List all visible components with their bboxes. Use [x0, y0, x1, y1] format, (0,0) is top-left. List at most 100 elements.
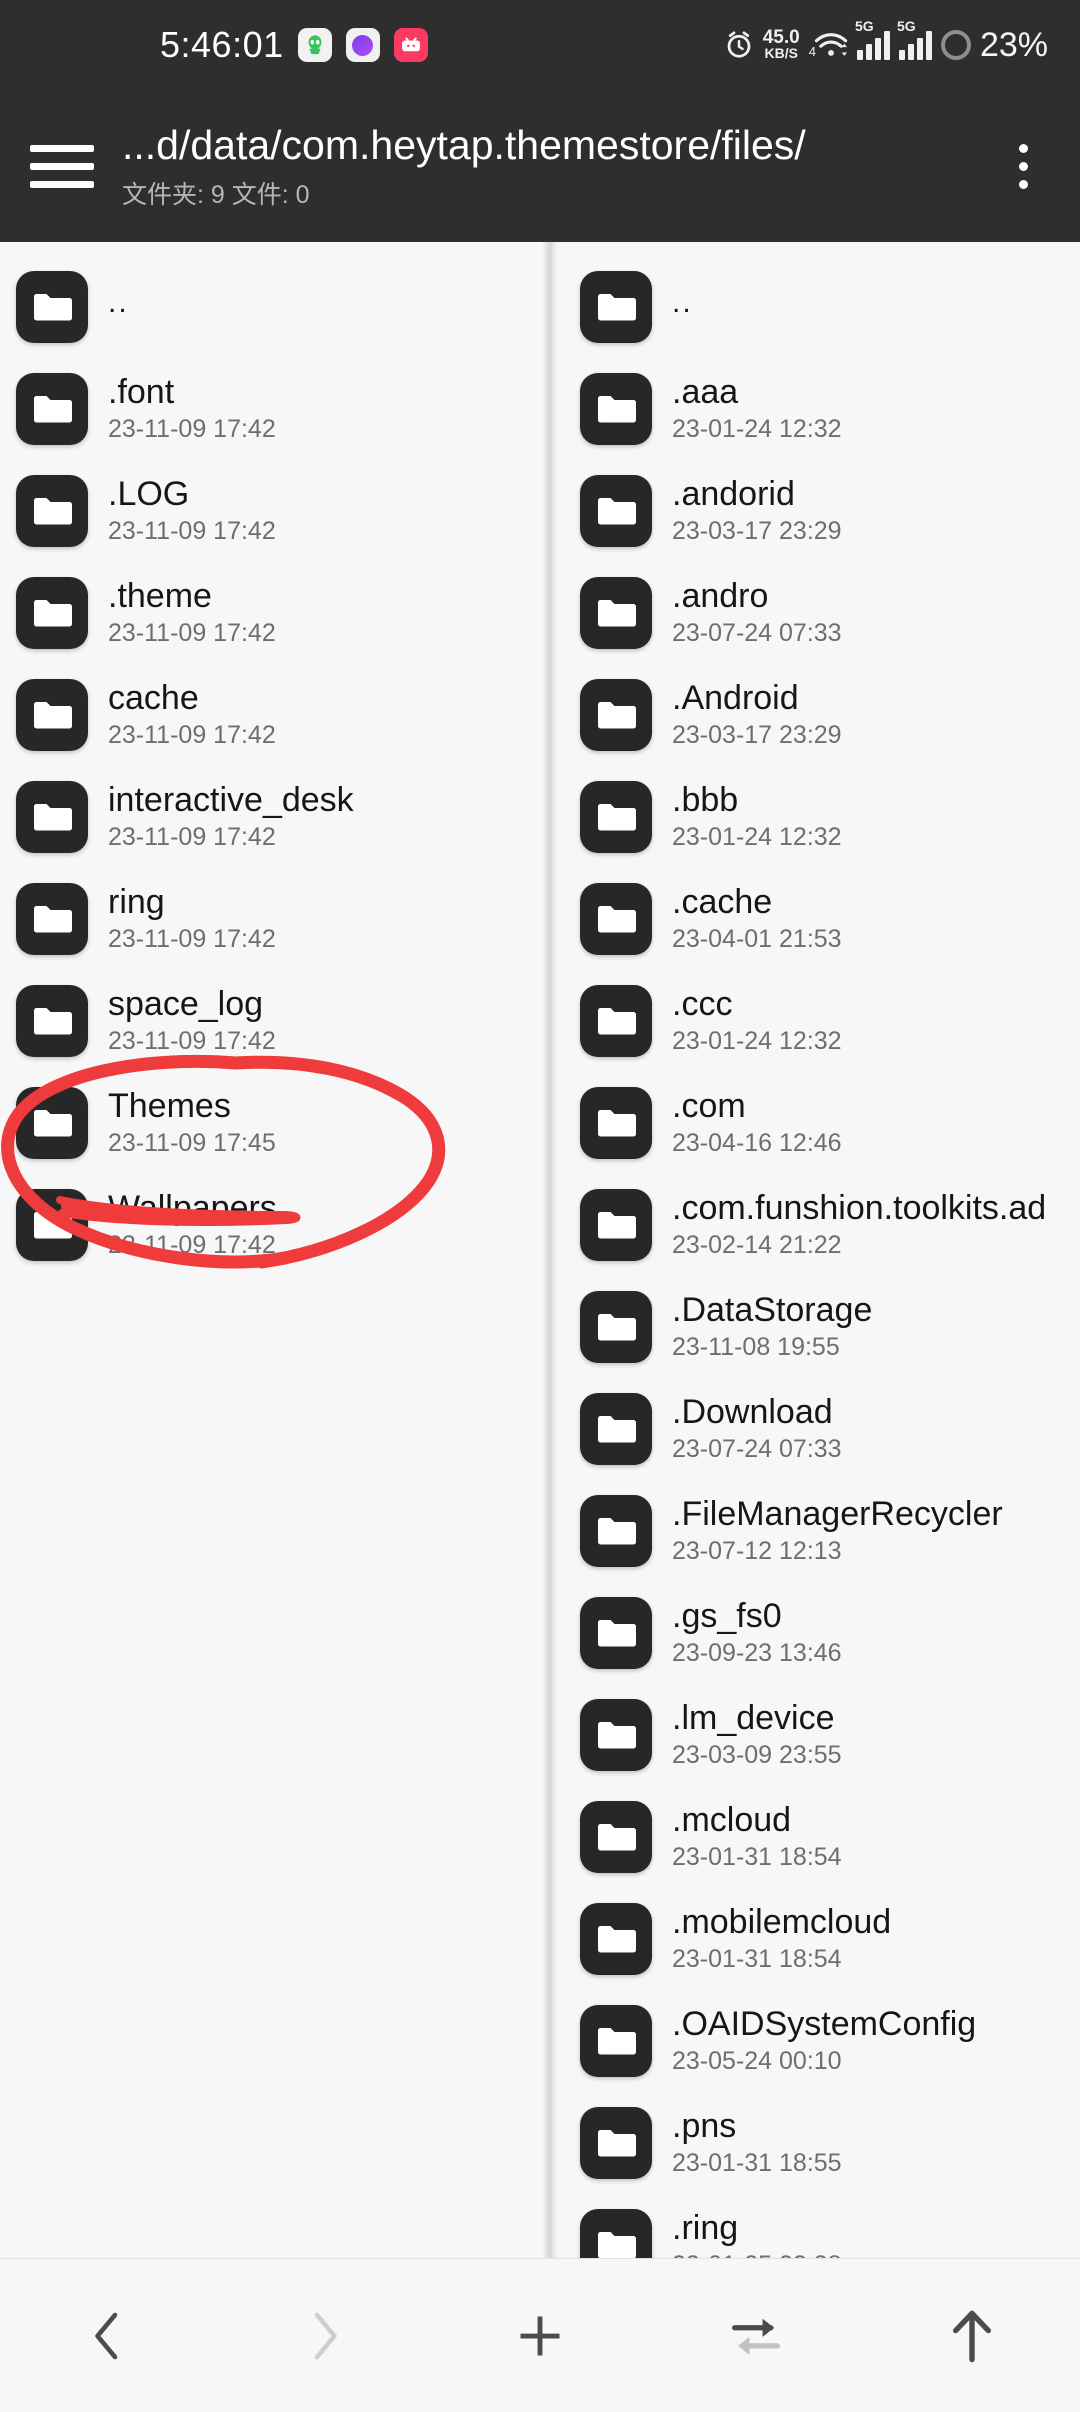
file-date: 23-02-14 21:22	[672, 1230, 842, 1259]
status-bar-left: 5:46:01	[160, 24, 428, 66]
file-manager-screen: 5:46:01 45.0 KB/S 4 5G 5G 23% ...d/data/…	[0, 0, 1080, 2412]
file-row[interactable]: space_log 23-11-09 17:42	[0, 970, 548, 1072]
file-name: cache	[108, 679, 199, 718]
right-file-list: .. .aaa 23-01-24 12:32 .andorid 23-03-17 23:…	[550, 242, 1080, 2258]
file-row[interactable]: ..	[550, 256, 1080, 358]
file-row[interactable]: .aaa 23-01-24 12:32	[550, 358, 1080, 460]
battery-percent: 23%	[979, 25, 1048, 64]
file-date: 23-03-09 23:55	[672, 1740, 842, 1769]
up-button[interactable]	[897, 2281, 1047, 2391]
file-row[interactable]: .bbb 23-01-24 12:32	[550, 766, 1080, 868]
file-row[interactable]: cache 23-11-09 17:42	[0, 664, 548, 766]
file-row[interactable]: .pns 23-01-31 18:55	[550, 2092, 1080, 2194]
file-row-text: .lm_device 23-03-09 23:55	[672, 1700, 842, 1770]
back-button[interactable]	[33, 2281, 183, 2391]
folder-icon	[580, 2209, 652, 2258]
file-row[interactable]: .com.funshion.toolkits.ad 23-02-14 21:22	[550, 1174, 1080, 1276]
file-row[interactable]: .andro 23-07-24 07:33	[550, 562, 1080, 664]
file-row[interactable]: ring 23-11-09 17:42	[0, 868, 548, 970]
file-row[interactable]: .mobilemcloud 23-01-31 18:54	[550, 1888, 1080, 1990]
forward-button[interactable]	[249, 2281, 399, 2391]
folder-icon	[580, 475, 652, 547]
folder-icon	[16, 781, 88, 853]
bottom-navigation-bar	[0, 2258, 1080, 2412]
file-date: 23-11-09 17:42	[108, 414, 276, 443]
file-row-text: ..	[672, 286, 693, 323]
wifi-icon: 4	[809, 31, 848, 59]
folder-icon	[580, 1291, 652, 1363]
file-row[interactable]: .gs_fs0 23-09-23 13:46	[550, 1582, 1080, 1684]
folder-icon	[16, 475, 88, 547]
file-row-text: Wallpapers 23-11-09 17:42	[108, 1190, 277, 1260]
network-speed-unit: KB/S	[764, 45, 798, 62]
file-row-text: .ring 23-01-25 22:38	[672, 2210, 842, 2258]
file-date: 23-11-09 17:45	[108, 1128, 276, 1157]
sim2-signal-icon: 5G	[897, 18, 932, 60]
folder-icon	[580, 1597, 652, 1669]
file-row[interactable]: .Android 23-03-17 23:29	[550, 664, 1080, 766]
folder-icon	[16, 271, 88, 343]
folder-icon	[580, 1699, 652, 1771]
file-row[interactable]: Themes 23-11-09 17:45	[0, 1072, 548, 1174]
file-date: 23-11-09 17:42	[108, 1026, 276, 1055]
file-row[interactable]: .Download 23-07-24 07:33	[550, 1378, 1080, 1480]
file-name: ..	[672, 285, 693, 319]
file-row[interactable]: .com 23-04-16 12:46	[550, 1072, 1080, 1174]
current-path: ...d/data/com.heytap.themestore/files/	[122, 121, 806, 168]
file-row-text: space_log 23-11-09 17:42	[108, 986, 276, 1056]
kebab-menu-icon[interactable]	[988, 111, 1058, 221]
file-row[interactable]: .font 23-11-09 17:42	[0, 358, 548, 460]
file-row[interactable]: .FileManagerRecycler 23-07-12 12:13	[550, 1480, 1080, 1582]
file-row-text: .theme 23-11-09 17:42	[108, 578, 276, 648]
file-name: ring	[108, 883, 165, 922]
file-row[interactable]: .LOG 23-11-09 17:42	[0, 460, 548, 562]
network-speed: 45.0 KB/S	[763, 28, 800, 62]
header-title-block: ...d/data/com.heytap.themestore/files/ 文…	[122, 122, 988, 211]
file-row[interactable]: Wallpapers 23-11-09 17:42	[0, 1174, 548, 1276]
file-date: 23-11-09 17:42	[108, 720, 276, 749]
file-date: 23-01-24 12:32	[672, 1026, 842, 1055]
file-row-text: .gs_fs0 23-09-23 13:46	[672, 1598, 842, 1668]
file-name: .ccc	[672, 985, 733, 1024]
file-row[interactable]: .DataStorage 23-11-08 19:55	[550, 1276, 1080, 1378]
file-row[interactable]: .mcloud 23-01-31 18:54	[550, 1786, 1080, 1888]
file-row[interactable]: .lm_device 23-03-09 23:55	[550, 1684, 1080, 1786]
file-row[interactable]: interactive_desk 23-11-09 17:42	[0, 766, 548, 868]
file-name: .pns	[672, 2107, 737, 2146]
file-row-text: .FileManagerRecycler 23-07-12 12:13	[672, 1496, 1003, 1566]
alien-app-icon	[297, 28, 332, 62]
file-name: .bbb	[672, 781, 739, 820]
sim2-network-generation: 5G	[896, 18, 916, 34]
file-row[interactable]: .theme 23-11-09 17:42	[0, 562, 548, 664]
app-header: ...d/data/com.heytap.themestore/files/ 文…	[0, 90, 1080, 242]
folder-icon	[580, 883, 652, 955]
file-name: .DataStorage	[672, 1291, 873, 1330]
right-file-pane[interactable]: .. .aaa 23-01-24 12:32 .andorid 23-03-17 23:…	[548, 242, 1080, 2258]
transfer-button[interactable]	[681, 2281, 831, 2391]
status-bar-right: 45.0 KB/S 4 5G 5G 23%	[724, 18, 1048, 65]
file-name: space_log	[108, 985, 264, 1024]
file-name: .andorid	[672, 475, 795, 514]
file-row-text: .aaa 23-01-24 12:32	[672, 374, 842, 444]
file-row-text: .Android 23-03-17 23:29	[672, 680, 842, 750]
file-row[interactable]: .ring 23-01-25 22:38	[550, 2194, 1080, 2258]
file-name: .andro	[672, 577, 769, 616]
file-name: .Android	[672, 679, 799, 718]
file-name: .gs_fs0	[672, 1597, 782, 1636]
file-date: 23-04-16 12:46	[672, 1128, 842, 1157]
file-row[interactable]: .andorid 23-03-17 23:29	[550, 460, 1080, 562]
battery-ring-icon	[940, 30, 971, 60]
new-button[interactable]	[465, 2281, 615, 2391]
item-counts: 文件夹: 9 文件: 0	[122, 180, 310, 209]
bilibili-app-icon	[393, 28, 428, 62]
status-bar: 5:46:01 45.0 KB/S 4 5G 5G 23%	[0, 0, 1080, 90]
file-row[interactable]: ..	[0, 256, 548, 358]
file-date: 23-03-17 23:29	[672, 516, 842, 545]
folder-icon	[16, 883, 88, 955]
folder-icon	[580, 985, 652, 1057]
file-row[interactable]: .OAIDSystemConfig 23-05-24 00:10	[550, 1990, 1080, 2092]
file-row[interactable]: .cache 23-04-01 21:53	[550, 868, 1080, 970]
left-file-pane[interactable]: .. .font 23-11-09 17:42 .LOG 23-11-09 17:42.…	[0, 242, 548, 2258]
file-row[interactable]: .ccc 23-01-24 12:32	[550, 970, 1080, 1072]
hamburger-menu-icon[interactable]	[30, 144, 94, 188]
